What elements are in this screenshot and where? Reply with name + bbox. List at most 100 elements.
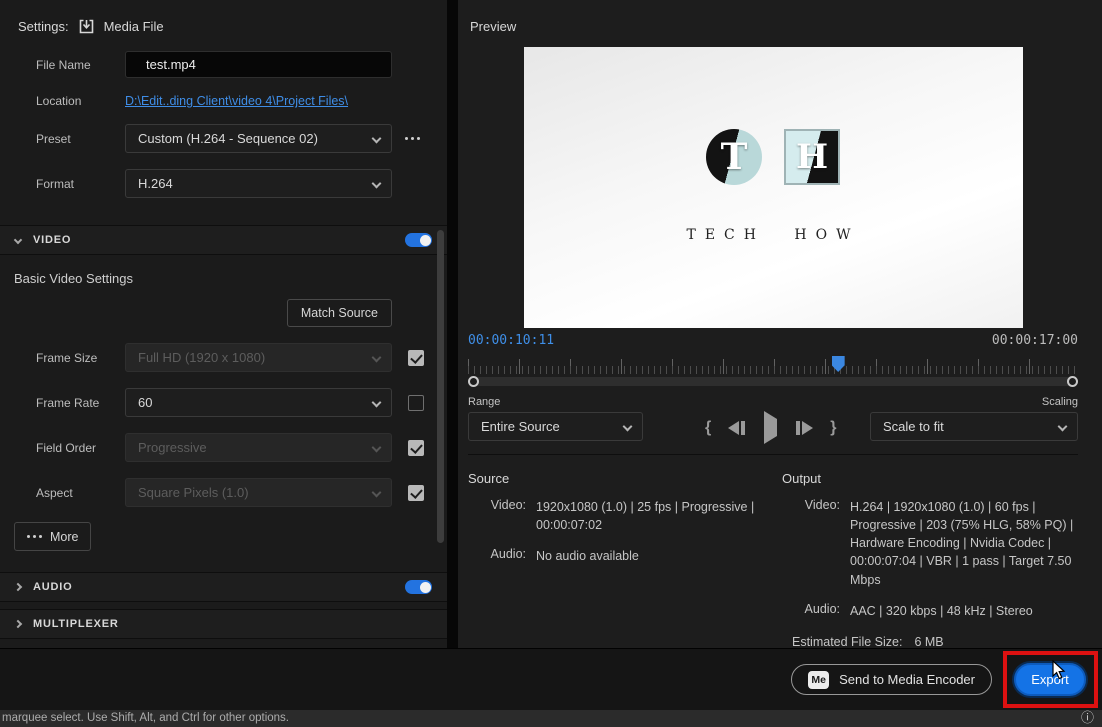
- output-title: Output: [782, 471, 822, 486]
- video-toggle[interactable]: [405, 233, 432, 247]
- range-track[interactable]: [470, 377, 1076, 386]
- preview-controls-row: Range Entire Source { } Scaling Scale to…: [468, 396, 1078, 444]
- preset-select[interactable]: Custom (H.264 - Sequence 02): [125, 124, 392, 153]
- chevron-right-icon: [13, 582, 23, 592]
- chevron-down-icon: [371, 487, 382, 498]
- audio-section-title: AUDIO: [33, 581, 73, 593]
- out-point-handle[interactable]: [1067, 376, 1078, 387]
- scaling-select[interactable]: Scale to fit: [870, 412, 1078, 441]
- transport-controls: { }: [705, 410, 836, 444]
- frame-size-label: Frame Size: [36, 350, 98, 365]
- duration-timecode: 00:00:17:00: [991, 333, 1078, 348]
- multiplexer-section-title: MULTIPLEXER: [33, 618, 119, 630]
- basic-video-settings-title: Basic Video Settings: [14, 271, 133, 286]
- set-out-point-button[interactable]: }: [830, 419, 836, 436]
- status-bar: marquee select. Use Shift, Alt, and Ctrl…: [0, 710, 1102, 727]
- audio-section-header[interactable]: AUDIO: [0, 572, 447, 602]
- chevron-down-icon: [622, 421, 633, 432]
- source-video-value: 1920x1080 (1.0) | 25 fps | Progressive |…: [536, 500, 755, 533]
- format-label: Format: [36, 176, 75, 191]
- preview-title: Preview: [470, 19, 517, 34]
- file-size-value: 6 MB: [914, 634, 944, 649]
- set-in-point-button[interactable]: {: [705, 419, 711, 436]
- frame-size-checkbox[interactable]: [408, 349, 424, 366]
- chevron-down-icon: [371, 397, 382, 408]
- field-order-label: Field Order: [36, 440, 97, 455]
- scaling-value: Scale to fit: [883, 419, 944, 434]
- range-group: Range Entire Source: [468, 396, 643, 441]
- more-button[interactable]: More: [14, 522, 92, 551]
- video-section-header[interactable]: VIDEO: [0, 225, 447, 255]
- chevron-down-icon: [371, 352, 382, 363]
- multiplexer-section-header[interactable]: MULTIPLEXER: [0, 609, 447, 639]
- export-button[interactable]: Export: [1014, 663, 1086, 696]
- frame-rate-select[interactable]: 60: [125, 388, 392, 417]
- frame-rate-row: Frame Rate 60: [0, 388, 447, 417]
- field-order-value: Progressive: [138, 440, 207, 455]
- field-order-row: Field Order Progressive: [0, 433, 447, 462]
- format-row: Format H.264: [0, 169, 447, 198]
- preset-label: Preset: [36, 131, 71, 146]
- settings-scrollbar[interactable]: [437, 230, 444, 543]
- settings-header: Settings: Media File: [0, 0, 447, 35]
- frame-size-row: Frame Size Full HD (1920 x 1080): [0, 343, 447, 372]
- file-name-input[interactable]: [125, 51, 392, 78]
- preset-row: Preset Custom (H.264 - Sequence 02): [0, 124, 447, 153]
- logo-caption: TECH HOW: [686, 226, 860, 243]
- range-value: Entire Source: [481, 419, 560, 434]
- aspect-value: Square Pixels (1.0): [138, 485, 249, 500]
- frame-size-select[interactable]: Full HD (1920 x 1080): [125, 343, 392, 372]
- match-source-row: Match Source: [0, 299, 447, 327]
- current-timecode: 00:00:10:11: [468, 333, 555, 348]
- chevron-down-icon: [13, 235, 23, 245]
- settings-target-label: Media File: [103, 19, 164, 34]
- logo-h-mark: H: [784, 128, 840, 185]
- panel-divider: [447, 0, 458, 648]
- output-video-label: Video:: [804, 498, 840, 512]
- audio-toggle[interactable]: [405, 580, 432, 594]
- frame-rate-checkbox[interactable]: [408, 394, 424, 411]
- send-to-media-encoder-button[interactable]: Me Send to Media Encoder: [791, 664, 992, 695]
- in-point-handle[interactable]: [468, 376, 479, 387]
- logo-t-mark: T: [706, 128, 762, 185]
- ellipsis-icon: [27, 535, 42, 538]
- playhead[interactable]: [831, 356, 845, 372]
- aspect-row: Aspect Square Pixels (1.0): [0, 478, 447, 507]
- aspect-select[interactable]: Square Pixels (1.0): [125, 478, 392, 507]
- play-button[interactable]: [764, 410, 778, 444]
- output-audio-label: Audio:: [804, 601, 840, 616]
- export-dialog: Settings: Media File File Name Location …: [0, 0, 1102, 727]
- chevron-down-icon: [1057, 421, 1068, 432]
- video-preview-frame: T H TECH HOW: [523, 47, 1023, 328]
- timeline-ruler[interactable]: [468, 356, 1078, 374]
- match-source-button[interactable]: Match Source: [286, 299, 392, 327]
- location-link[interactable]: D:\Edit..ding Client\video 4\Project Fil…: [125, 94, 348, 108]
- action-bar: Me Send to Media Encoder Export: [0, 648, 1102, 710]
- output-block: Output Video: H.264 | 1920x1080 (1.0) | …: [782, 471, 1078, 649]
- location-row: Location D:\Edit..ding Client\video 4\Pr…: [0, 94, 447, 108]
- frame-rate-label: Frame Rate: [36, 395, 100, 410]
- range-select[interactable]: Entire Source: [468, 412, 643, 441]
- format-value: H.264: [138, 176, 173, 191]
- more-button-label: More: [50, 529, 79, 544]
- step-forward-button[interactable]: [796, 420, 814, 435]
- aspect-checkbox[interactable]: [408, 484, 424, 501]
- output-video-value: H.264 | 1920x1080 (1.0) | 60 fps | Progr…: [850, 500, 1074, 587]
- chevron-down-icon: [371, 133, 382, 144]
- file-size-label: Estimated File Size:: [792, 634, 903, 649]
- preview-panel: Preview T H TECH HOW 00:00:10:11 00:00:1…: [458, 0, 1102, 649]
- media-encoder-icon: Me: [808, 670, 830, 689]
- format-select[interactable]: H.264: [125, 169, 392, 198]
- settings-panel: Settings: Media File File Name Location …: [0, 0, 447, 648]
- info-icon[interactable]: ⓘ: [1081, 710, 1094, 727]
- aspect-label: Aspect: [36, 485, 73, 500]
- source-video-label: Video:: [490, 498, 526, 512]
- preset-more-button[interactable]: [405, 137, 420, 140]
- source-audio-value: No audio available: [536, 549, 639, 564]
- media-file-icon: [79, 19, 93, 34]
- source-output-section: Source Video: 1920x1080 (1.0) | 25 fps |…: [468, 454, 1078, 649]
- field-order-select[interactable]: Progressive: [125, 433, 392, 462]
- preset-value: Custom (H.264 - Sequence 02): [138, 131, 318, 146]
- field-order-checkbox[interactable]: [408, 439, 424, 456]
- step-back-button[interactable]: [728, 420, 746, 435]
